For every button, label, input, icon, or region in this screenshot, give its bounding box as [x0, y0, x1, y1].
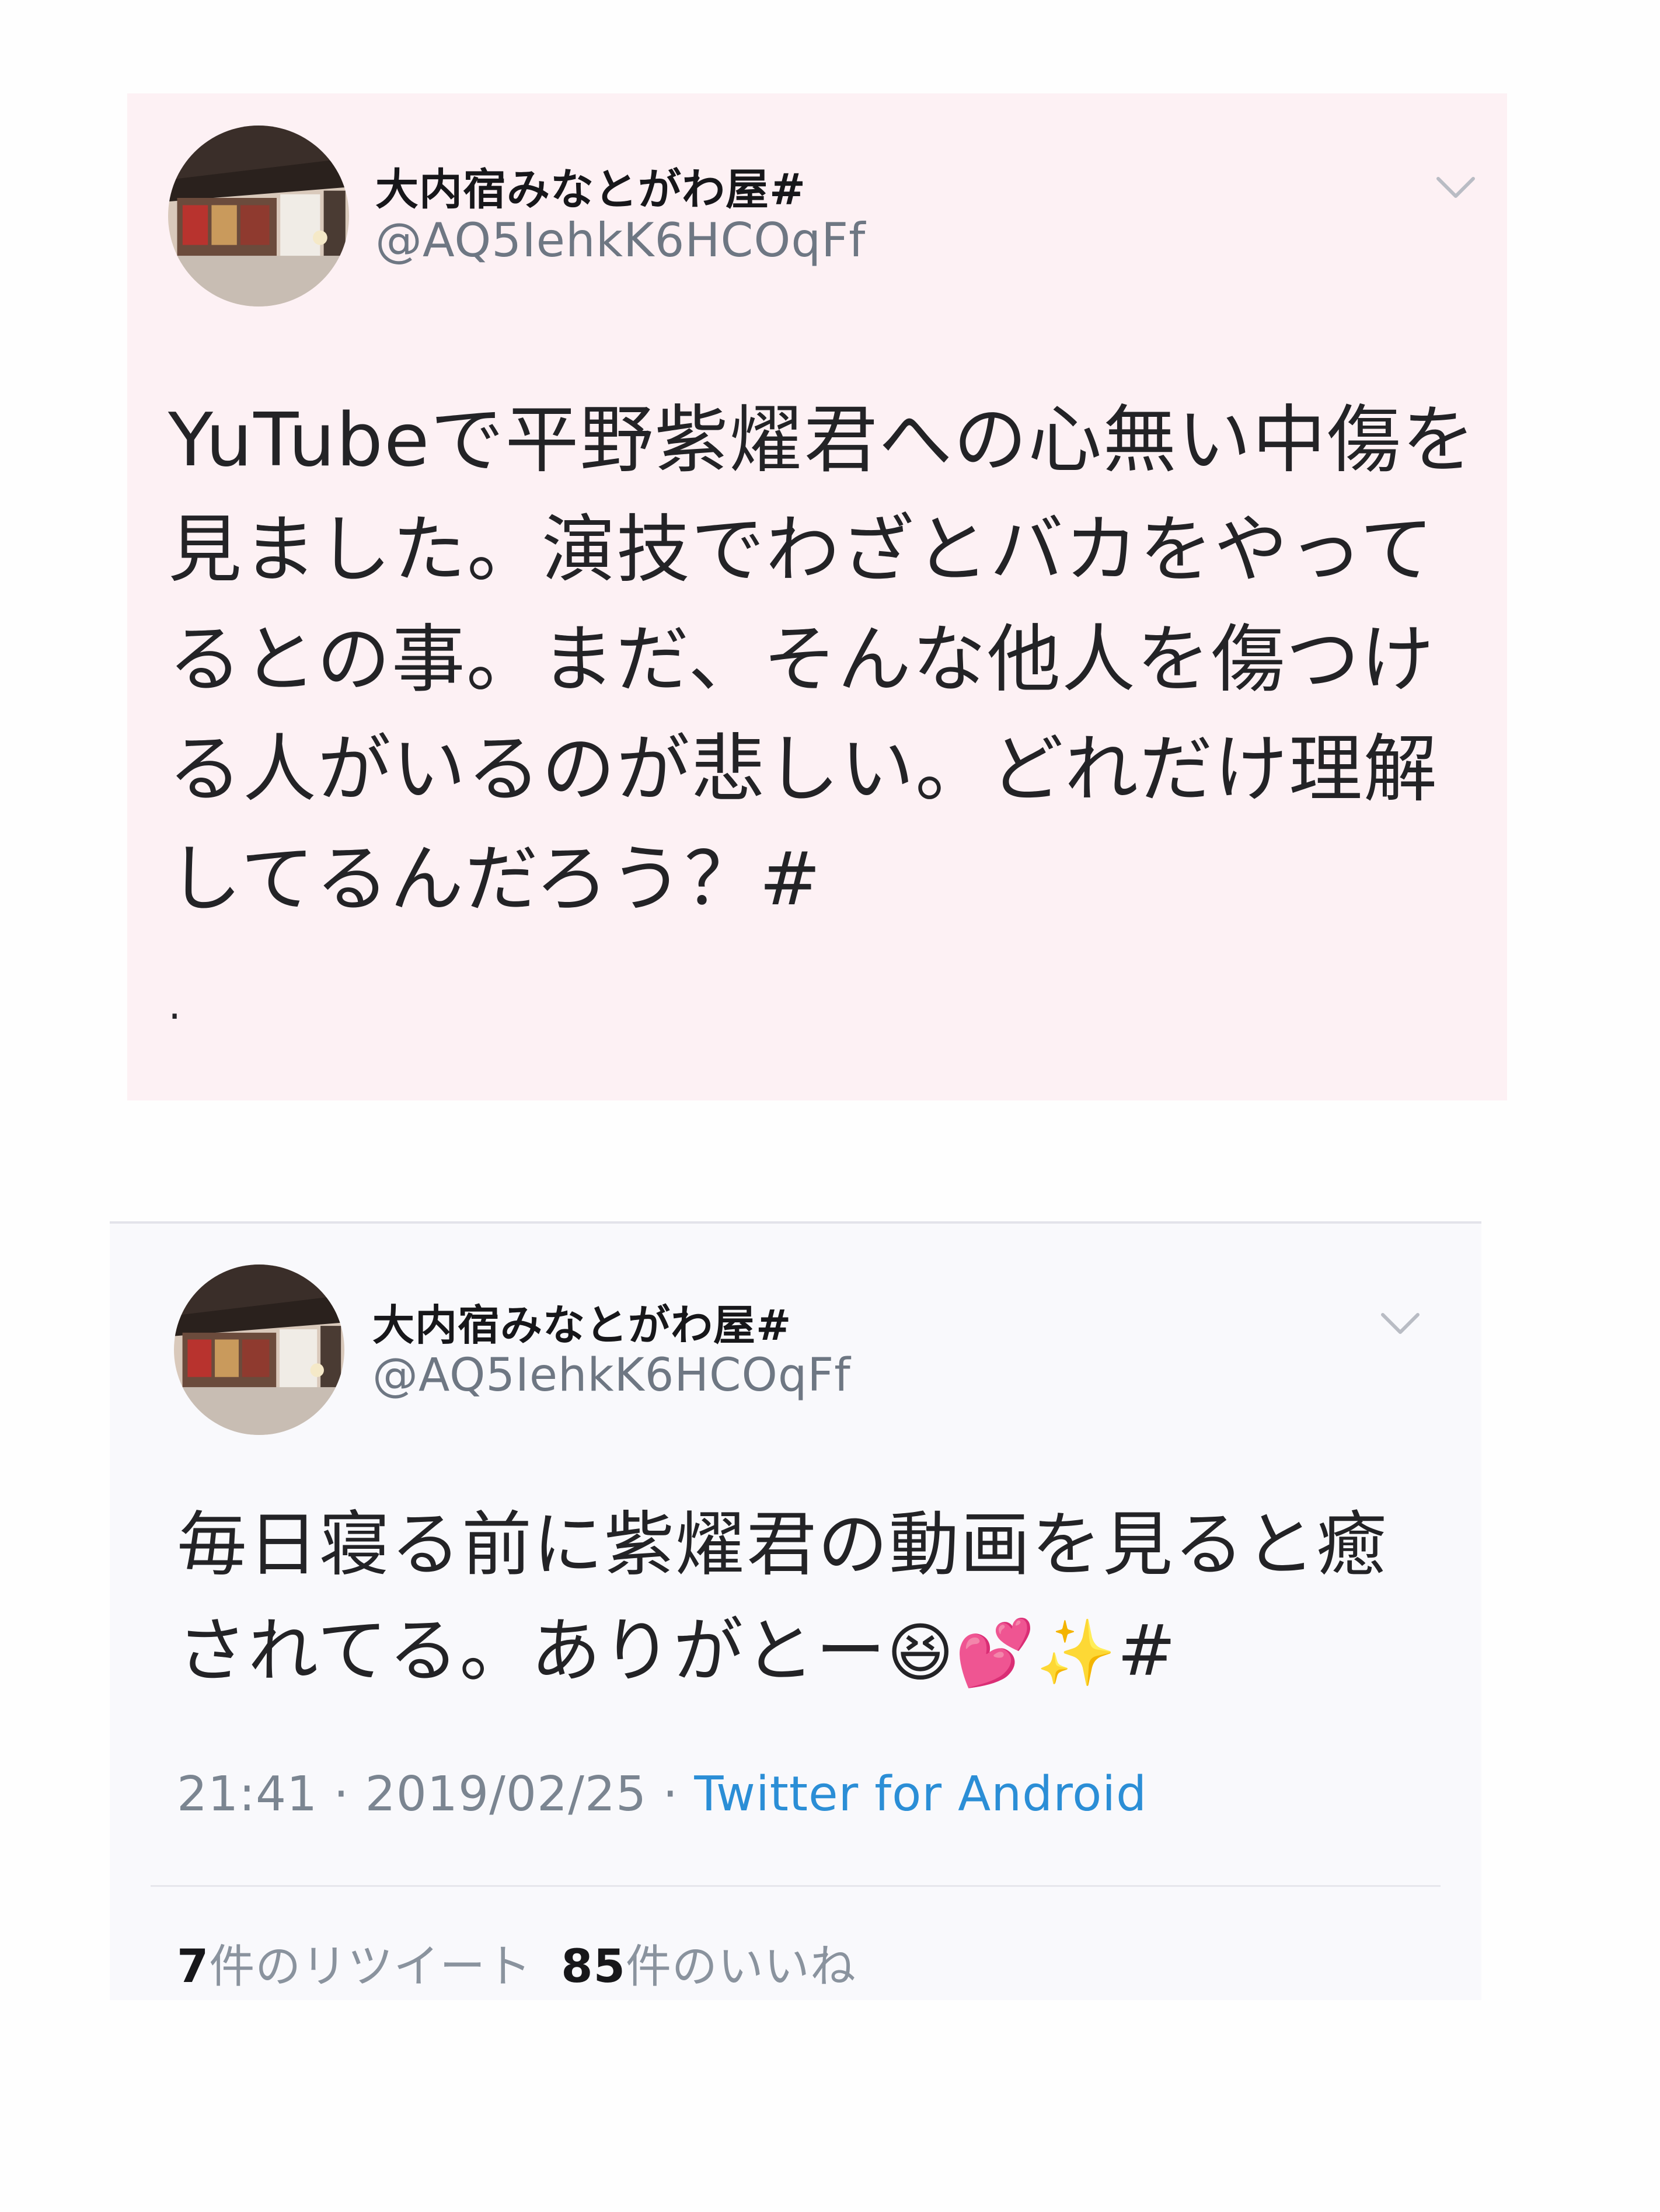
tweet-text-line: してるんだろう？# — [168, 836, 822, 922]
chevron-down-icon[interactable] — [1379, 1311, 1421, 1337]
tweet-card-1[interactable]: 大内宿みなとがわ屋# @AQ5IehkK6HCOqFf YuTubeで平野紫燿君… — [127, 93, 1507, 1100]
retweet-label: 件のリツイート — [209, 1941, 532, 1993]
avatar[interactable] — [168, 126, 349, 306]
author-name[interactable]: 大内宿みなとがわ屋# — [375, 155, 806, 217]
author-handle[interactable]: @AQ5IehkK6HCOqFf — [372, 1349, 851, 1402]
tweet-date[interactable]: 2019/02/25 — [365, 1767, 647, 1822]
shop-photo-icon — [174, 1265, 344, 1435]
trailing-period: . — [168, 981, 182, 1029]
tweet-text-line: 毎日寝る前に紫燿君の動画を見ると癒 — [177, 1504, 1387, 1586]
tweet-text-line: されてる。ありがとー😆💕✨# — [177, 1598, 1449, 1706]
tweet-stats: 7件のリツイート 85件のいいね — [177, 1930, 856, 1995]
tweet-text: 毎日寝る前に紫燿君の動画を見ると癒 されてる。ありがとー😆💕✨# — [177, 1492, 1449, 1706]
tweet-text-segment: されてる。ありがとー — [177, 1611, 887, 1692]
meta-separator: · — [662, 1767, 679, 1822]
divider — [151, 1885, 1441, 1887]
tweet-text-line: るとの事。まだ、そんな他人を傷つけ — [168, 616, 1435, 702]
hashtag[interactable]: # — [1117, 1611, 1177, 1692]
retweet-stat[interactable]: 7件のリツイート — [177, 1941, 532, 1993]
tweet-text: YuTubeで平野紫燿君への心無い中傷を 見ました。演技でわざとバカをやって る… — [168, 385, 1499, 934]
chevron-down-icon[interactable] — [1435, 175, 1477, 201]
like-count: 85 — [561, 1941, 626, 1993]
shop-photo-icon — [168, 126, 349, 306]
meta-separator: · — [333, 1767, 350, 1822]
like-stat[interactable]: 85件のいいね — [561, 1941, 856, 1993]
tweet-text-line: 見ました。演技でわざとバカをやって — [168, 507, 1435, 593]
tweet-text-line: る人がいるのが悲しい。どれだけ理解 — [168, 726, 1438, 812]
tweet-card-2[interactable]: 大内宿みなとがわ屋# @AQ5IehkK6HCOqFf 毎日寝る前に紫燿君の動画… — [110, 1221, 1481, 2000]
tweet-time[interactable]: 21:41 — [177, 1767, 318, 1822]
tweet-text-line: YuTubeで平野紫燿君への心無い中傷を — [168, 397, 1477, 483]
tweet-source-link[interactable]: Twitter for Android — [694, 1767, 1147, 1822]
author-name[interactable]: 大内宿みなとがわ屋# — [372, 1291, 791, 1352]
author-handle[interactable]: @AQ5IehkK6HCOqFf — [375, 213, 866, 267]
emoji-icon: 😆💕✨ — [887, 1615, 1118, 1690]
avatar[interactable] — [174, 1265, 344, 1435]
like-label: 件のいいね — [625, 1941, 856, 1993]
tweet-meta: 21:41 · 2019/02/25 · Twitter for Android — [177, 1767, 1147, 1822]
retweet-count: 7 — [177, 1941, 210, 1993]
